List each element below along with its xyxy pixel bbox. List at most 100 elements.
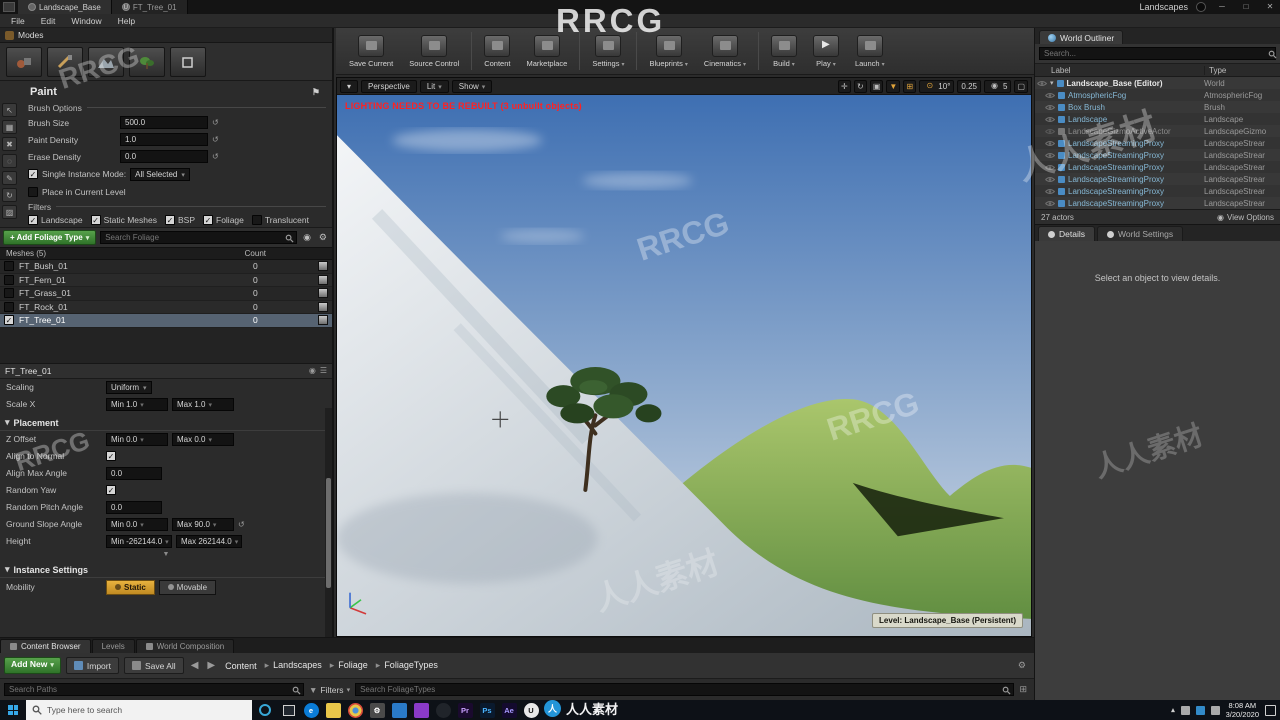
taskbar-icon-edge[interactable]: e — [303, 702, 319, 718]
foliage-item-row-selected[interactable]: FT_Tree_01 0 — [0, 314, 332, 328]
random-pitch-field[interactable]: 0.0 — [106, 500, 162, 514]
align-max-angle-field[interactable]: 0.0 — [106, 466, 162, 480]
world-outliner-tab[interactable]: World Outliner — [1039, 30, 1124, 44]
breadcrumb-foliage[interactable]: Foliage — [327, 659, 371, 672]
tab-world-settings[interactable]: World Settings — [1096, 226, 1184, 241]
outliner-column-headers[interactable]: Label Type — [1035, 64, 1280, 77]
add-new-button[interactable]: Add New — [4, 657, 61, 674]
foliage-item-checkbox[interactable] — [4, 288, 14, 299]
taskbar-icon-after-effects[interactable]: Ae — [501, 702, 517, 718]
height-max-field[interactable]: Max 262144.0 — [176, 534, 242, 548]
cortana-icon[interactable] — [259, 704, 271, 716]
slope-min-field[interactable]: Min 0.0 — [106, 517, 168, 531]
visibility-eye-icon[interactable] — [1045, 176, 1055, 183]
task-view-icon[interactable] — [283, 704, 295, 716]
visibility-eye-icon[interactable] — [1045, 188, 1055, 195]
breadcrumb-foliagetypes[interactable]: FoliageTypes — [373, 659, 441, 672]
foliage-item-row[interactable]: FT_Rock_01 0 — [0, 300, 332, 314]
reset-to-default-icon[interactable]: ↺ — [212, 135, 219, 144]
viewport-canvas[interactable]: LIGHTING NEEDS TO BE REBUILT (3 unbuilt … — [337, 95, 1031, 636]
lasso-tool-icon[interactable]: ◌ — [2, 154, 17, 168]
visibility-eye-icon[interactable] — [1045, 140, 1055, 147]
tab-details[interactable]: Details — [1038, 226, 1095, 241]
translate-tool-icon[interactable]: ✛ — [837, 79, 851, 93]
filter-foliage-checkbox[interactable] — [203, 215, 213, 225]
foliage-item-row[interactable]: FT_Bush_01 0 — [0, 260, 332, 274]
deselect-tool-icon[interactable]: ✖ — [2, 137, 17, 151]
place-in-level-checkbox[interactable] — [28, 186, 38, 197]
settings-button[interactable]: Settings ▾ — [585, 29, 631, 73]
action-center-icon[interactable] — [1265, 704, 1276, 716]
surface-snap-icon[interactable]: ▼ — [886, 79, 901, 93]
menu-file[interactable]: File — [4, 16, 32, 26]
taskbar-icon-unreal[interactable]: U — [523, 702, 539, 718]
content-browser-settings-icon[interactable]: ⚙ — [1018, 660, 1030, 671]
foliage-item-checkbox[interactable] — [4, 261, 14, 272]
source-control-button[interactable]: Source Control — [402, 29, 466, 73]
scale-x-min-field[interactable]: Min 1.0 — [106, 397, 168, 411]
foliage-item-row[interactable]: FT_Grass_01 0 — [0, 287, 332, 301]
tab-content-browser[interactable]: Content Browser — [0, 639, 91, 653]
select-tool-icon[interactable]: ↖ — [2, 103, 17, 117]
paint-flag-icon[interactable]: ⚑ — [312, 87, 328, 98]
filters-button[interactable]: ▼ Filters ▾ — [309, 685, 350, 695]
show-button[interactable]: Show — [451, 79, 493, 93]
outliner-row[interactable]: ▾ Landscape_Base (Editor) World — [1035, 77, 1280, 89]
expand-arrow-icon[interactable]: ▾ — [1050, 79, 1054, 87]
forward-arrow-icon[interactable]: ▶ — [205, 660, 217, 671]
menu-edit[interactable]: Edit — [34, 16, 63, 26]
view-mode-icon[interactable]: ⊞ — [1019, 684, 1027, 695]
start-button[interactable] — [0, 700, 26, 720]
mode-icon-place[interactable] — [6, 46, 42, 77]
reset-to-default-icon[interactable]: ↺ — [238, 520, 245, 529]
paint-density-field[interactable]: 1.0 — [120, 133, 208, 146]
tray-chevron-icon[interactable]: ▾ — [1171, 706, 1175, 715]
outliner-row[interactable]: LandscapeStreamingProxy LandscapeStrear — [1035, 161, 1280, 173]
left-panel-scrollbar-track[interactable] — [325, 408, 332, 637]
menu-help[interactable]: Help — [111, 16, 142, 26]
scale-tool-icon[interactable]: ▣ — [869, 79, 884, 93]
filter-translucent-checkbox[interactable] — [251, 215, 262, 225]
outliner-search-input[interactable] — [1039, 47, 1276, 60]
mobility-movable-button[interactable]: Movable — [158, 579, 217, 595]
paint-tool-icon[interactable]: ✎ — [2, 171, 17, 185]
outliner-row[interactable]: LandscapeStreamingProxy LandscapeStrear — [1035, 197, 1280, 209]
grid-snap-icon[interactable]: ⊞ — [903, 79, 917, 93]
search-assets-input[interactable] — [355, 683, 1015, 696]
view-options-button[interactable]: ◉ View Options — [1217, 213, 1274, 222]
select-all-tool-icon[interactable]: ▦ — [2, 120, 17, 134]
visibility-eye-icon[interactable] — [1045, 92, 1055, 99]
details-eye-icon[interactable]: ◉ — [309, 366, 316, 375]
scale-snap-chip[interactable]: 0.25 — [957, 79, 981, 93]
scale-x-max-field[interactable]: Max 1.0 — [172, 397, 234, 411]
cinematics-button[interactable]: Cinematics ▾ — [697, 29, 753, 73]
maximize-button[interactable]: □ — [1238, 1, 1254, 13]
single-instance-dropdown[interactable]: All Selected — [130, 167, 190, 181]
back-arrow-icon[interactable]: ◀ — [189, 660, 201, 671]
erase-density-field[interactable]: 0.0 — [120, 150, 208, 163]
mobility-static-button[interactable]: Static — [106, 579, 155, 595]
visibility-eye-icon[interactable] — [1045, 116, 1055, 123]
close-button[interactable]: ✕ — [1262, 1, 1278, 13]
add-foliage-type-button[interactable]: + Add Foliage Type — [3, 230, 97, 245]
taskbar-icon-settings[interactable]: ⚙ — [369, 702, 385, 718]
reapply-tool-icon[interactable]: ↻ — [2, 188, 17, 202]
z-offset-max-field[interactable]: Max 0.0 — [172, 432, 234, 446]
modes-panel-header[interactable]: Modes — [0, 28, 332, 43]
visibility-eye-icon[interactable] — [1045, 104, 1055, 111]
minimize-button[interactable]: ─ — [1214, 1, 1230, 13]
outliner-row[interactable]: LandscapeStreamingProxy LandscapeStrear — [1035, 137, 1280, 149]
fill-tool-icon[interactable]: ▨ — [2, 205, 17, 219]
tab-landscape-base[interactable]: Landscape_Base — [18, 0, 112, 14]
search-paths-input[interactable] — [4, 683, 304, 696]
breadcrumb-content[interactable]: Content — [222, 660, 260, 672]
taskbar-icon-obs[interactable] — [435, 702, 451, 718]
left-panel-scrollbar-thumb[interactable] — [326, 478, 331, 588]
expand-caret-icon[interactable] — [5, 417, 10, 428]
show-hide-icon[interactable]: ◉ — [301, 232, 313, 243]
breadcrumb-landscapes[interactable]: Landscapes — [262, 659, 325, 672]
menu-window[interactable]: Window — [64, 16, 108, 26]
foliage-item-checkbox[interactable] — [4, 274, 14, 285]
mode-icon-paint[interactable] — [47, 46, 83, 77]
random-yaw-checkbox[interactable] — [106, 485, 116, 495]
